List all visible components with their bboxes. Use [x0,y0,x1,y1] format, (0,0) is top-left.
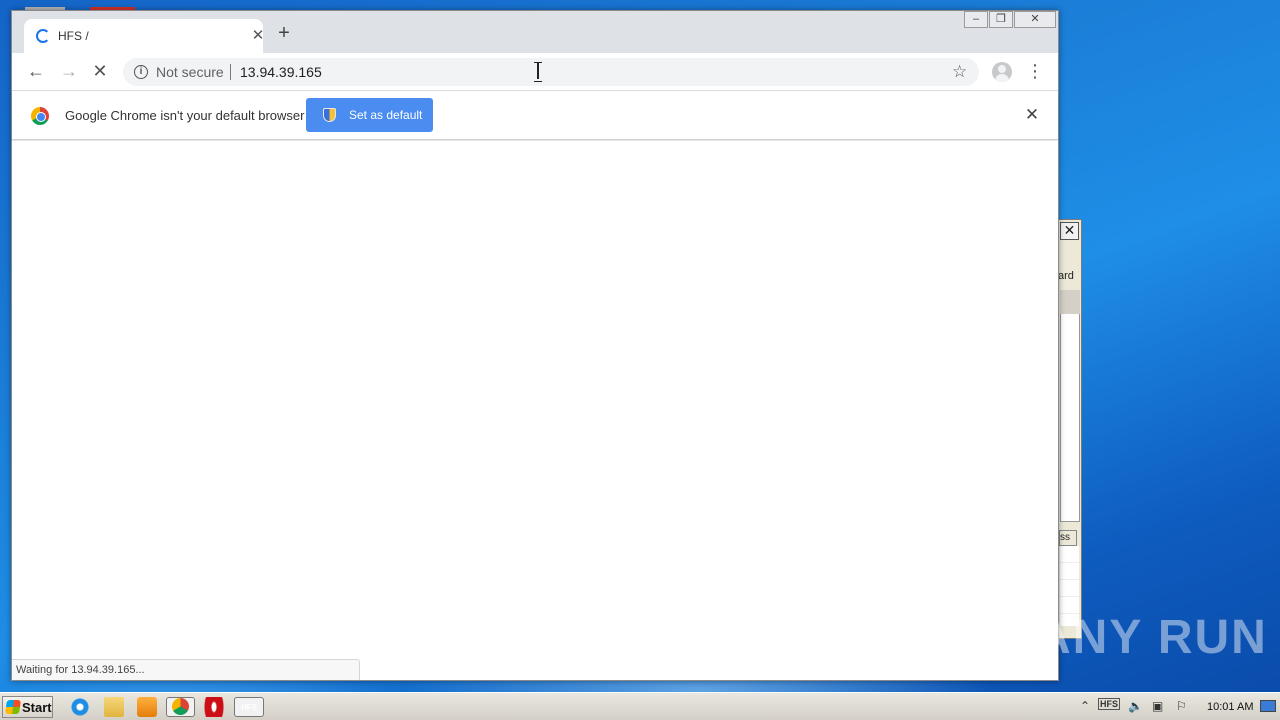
background-window-panel [1060,290,1080,522]
security-label[interactable]: Not secure [156,64,224,80]
chrome-icon [172,698,189,715]
chrome-window: HFS / ✕ + – ❐ ✕ ← → ✕ i Not secure 13.94… [11,10,1059,681]
windows-logo-icon [5,700,21,714]
clock[interactable]: 10:01 AM [1207,701,1253,713]
default-browser-infobar: Google Chrome isn't your default browser… [12,92,1058,140]
hfs-tray-icon[interactable]: HFS [1098,698,1120,710]
tab-close-icon[interactable]: ✕ [250,26,266,44]
background-window-panel-header [1060,290,1080,314]
folder-icon[interactable] [104,697,124,717]
chrome-logo-icon [31,107,49,125]
network-icon[interactable]: ▣ [1152,699,1163,713]
star-icon[interactable]: ☆ [952,62,967,82]
forward-arrow-icon[interactable]: → [58,61,80,81]
internet-explorer-icon[interactable] [70,697,90,717]
address-bar[interactable]: i Not secure 13.94.39.165 ☆ [123,58,979,86]
hfs-taskbar-button[interactable]: HFS [234,697,264,717]
background-window-label: ard [1058,270,1074,282]
infobar-close-icon[interactable]: ✕ [1024,105,1040,125]
background-window-close-button[interactable]: ✕ [1060,222,1079,240]
info-icon[interactable]: i [134,65,148,79]
media-player-icon[interactable] [137,697,157,717]
text-cursor-icon [533,62,543,82]
chrome-taskbar-button[interactable] [166,697,195,717]
new-tab-plus-icon[interactable]: + [274,23,294,43]
url-divider [230,64,231,80]
browser-tab[interactable]: HFS / ✕ [24,19,266,53]
background-window-column-header[interactable]: ss [1059,530,1077,546]
shield-icon [323,108,336,122]
start-label: Start [22,700,52,715]
infobar-message: Google Chrome isn't your default browser [65,108,305,123]
back-arrow-icon[interactable]: ← [25,61,47,81]
start-button[interactable]: Start [2,696,53,718]
speaker-icon[interactable]: 🔈 [1128,699,1143,713]
set-as-default-button[interactable]: Set as default [306,98,433,132]
minimize-button[interactable]: – [964,11,988,28]
maximize-button[interactable]: ❐ [989,11,1013,28]
show-desktop-icon[interactable] [1260,700,1276,712]
profile-icon[interactable] [992,62,1012,82]
opera-icon[interactable] [204,697,224,717]
status-bubble: Waiting for 13.94.39.165... [12,659,360,680]
tab-strip: HFS / ✕ + – ❐ ✕ [12,11,1058,53]
window-close-button[interactable]: ✕ [1014,11,1056,28]
stop-icon[interactable]: ✕ [89,61,111,81]
loading-spinner-icon [36,29,50,43]
tab-title: HFS / [58,29,89,43]
show-hidden-icons-icon[interactable]: ⌃ [1080,699,1090,713]
set-as-default-label: Set as default [349,108,423,122]
action-center-flag-icon[interactable]: ⚐ [1176,699,1187,713]
system-tray: ⌃ HFS 🔈 ▣ ⚐ 10:01 AM [1076,695,1280,719]
watermark: ANY RUN [1036,611,1268,664]
page-content[interactable] [12,141,1058,680]
url-text[interactable]: 13.94.39.165 [240,64,322,80]
menu-icon[interactable]: ⋮ [1026,61,1044,81]
taskbar: Start HFS ⌃ HFS 🔈 ▣ ⚐ 10:01 AM [0,692,1280,720]
